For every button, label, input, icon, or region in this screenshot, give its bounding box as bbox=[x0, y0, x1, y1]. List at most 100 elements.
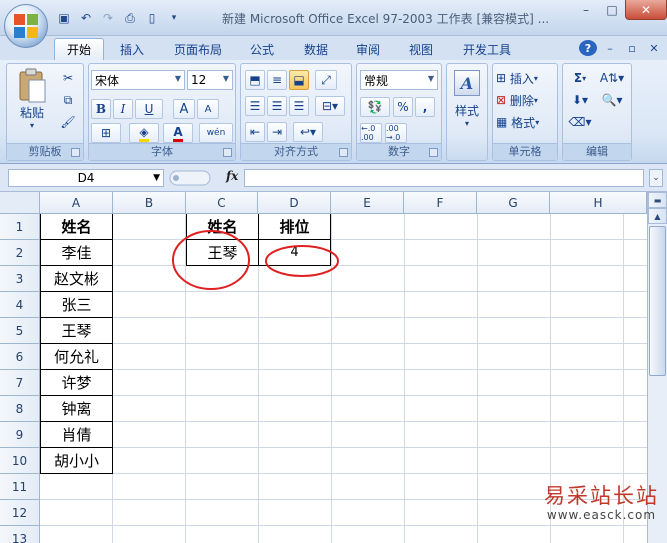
column-header-d[interactable]: D bbox=[258, 192, 331, 214]
office-button[interactable] bbox=[4, 4, 48, 48]
print-preview-icon[interactable]: ⎙ bbox=[120, 9, 140, 27]
font-launcher-icon[interactable] bbox=[223, 148, 232, 157]
italic-button[interactable]: I bbox=[113, 99, 133, 119]
row-header[interactable]: 12 bbox=[0, 500, 40, 526]
row-header[interactable]: 9 bbox=[0, 422, 40, 448]
grow-font-button[interactable]: A bbox=[173, 99, 195, 119]
align-center-icon[interactable]: ☰ bbox=[267, 96, 287, 116]
formula-input[interactable] bbox=[244, 169, 644, 187]
row-header[interactable]: 10 bbox=[0, 448, 40, 474]
number-format-select[interactable]: 常规 ▼ bbox=[360, 70, 438, 90]
minimize-button[interactable]: – bbox=[573, 0, 599, 20]
align-middle-icon[interactable]: ≡ bbox=[267, 70, 287, 90]
cell-a7[interactable]: 许梦 bbox=[40, 370, 113, 396]
border-button[interactable]: ⊞ bbox=[91, 123, 121, 143]
paste-button[interactable]: 粘贴 ▾ bbox=[13, 68, 51, 140]
cell-a3[interactable]: 赵文彬 bbox=[40, 266, 113, 292]
row-header[interactable]: 3 bbox=[0, 266, 40, 292]
alignment-launcher-icon[interactable] bbox=[339, 148, 348, 157]
wrap-text-icon[interactable]: ↩▾ bbox=[293, 122, 323, 142]
cell-a4[interactable]: 张三 bbox=[40, 292, 113, 318]
cell-a2[interactable]: 李佳 bbox=[40, 240, 113, 266]
row-header[interactable]: 5 bbox=[0, 318, 40, 344]
insert-function-icon[interactable]: fx bbox=[226, 169, 238, 183]
fill-color-button[interactable]: ◈ bbox=[129, 123, 159, 143]
currency-icon[interactable]: 💱 bbox=[360, 97, 390, 117]
phonetic-button[interactable]: wén bbox=[199, 123, 233, 143]
row-header[interactable]: 13 bbox=[0, 526, 40, 543]
align-left-icon[interactable]: ☰ bbox=[245, 96, 265, 116]
row-header[interactable]: 8 bbox=[0, 396, 40, 422]
underline-button[interactable]: U bbox=[135, 99, 163, 119]
tab-home[interactable]: 开始 bbox=[54, 38, 104, 60]
new-icon[interactable]: ▯ bbox=[142, 9, 162, 27]
tab-insert[interactable]: 插入 bbox=[112, 38, 152, 60]
tab-page-layout[interactable]: 页面布局 bbox=[166, 38, 230, 60]
align-right-icon[interactable]: ☰ bbox=[289, 96, 309, 116]
tab-data[interactable]: 数据 bbox=[296, 38, 336, 60]
undo-icon[interactable]: ↶ bbox=[76, 9, 96, 27]
align-bottom-icon[interactable]: ⬓ bbox=[289, 70, 309, 90]
tab-review[interactable]: 审阅 bbox=[348, 38, 388, 60]
column-header-c[interactable]: C bbox=[186, 192, 258, 214]
delete-cells-button[interactable]: ⊠ 删除 ▾ bbox=[495, 90, 555, 110]
column-header-a[interactable]: A bbox=[40, 192, 113, 214]
autosum-button[interactable]: Σ ▾ bbox=[567, 68, 593, 88]
insert-cells-button[interactable]: ⊞ 插入 ▾ bbox=[495, 68, 555, 88]
comma-button[interactable]: , bbox=[415, 97, 435, 117]
clipboard-launcher-icon[interactable] bbox=[71, 148, 80, 157]
tab-formulas[interactable]: 公式 bbox=[242, 38, 282, 60]
fill-icon[interactable]: ⬇▾ bbox=[567, 90, 593, 110]
column-header-e[interactable]: E bbox=[331, 192, 404, 214]
styles-button[interactable]: A 样式 ▾ bbox=[449, 70, 485, 140]
row-header[interactable]: 6 bbox=[0, 344, 40, 370]
column-header-b[interactable]: B bbox=[113, 192, 186, 214]
cut-icon[interactable]: ✂ bbox=[57, 68, 79, 88]
cell-a10[interactable]: 胡小小 bbox=[40, 448, 113, 474]
format-cells-button[interactable]: ▦ 格式 ▾ bbox=[495, 112, 555, 132]
scroll-up-icon[interactable]: ▲ bbox=[648, 208, 667, 224]
row-header[interactable]: 4 bbox=[0, 292, 40, 318]
cell-a1[interactable]: 姓名 bbox=[40, 214, 113, 240]
percent-button[interactable]: % bbox=[393, 97, 413, 117]
sort-filter-icon[interactable]: A⇅▾ bbox=[597, 68, 627, 88]
tab-developer[interactable]: 开发工具 bbox=[455, 38, 519, 60]
select-all-button[interactable] bbox=[0, 192, 40, 214]
align-top-icon[interactable]: ⬒ bbox=[245, 70, 265, 90]
row-header[interactable]: 7 bbox=[0, 370, 40, 396]
increase-decimal-button[interactable]: ←.0 .00 bbox=[360, 123, 382, 143]
scroll-split-icon[interactable]: ▬ bbox=[648, 192, 667, 208]
find-select-icon[interactable]: 🔍▾ bbox=[597, 90, 627, 110]
column-header-h[interactable]: H bbox=[550, 192, 647, 214]
cell-a8[interactable]: 钟离 bbox=[40, 396, 113, 422]
doc-restore-button[interactable]: ▫ bbox=[623, 40, 641, 56]
customize-icon[interactable]: ▾ bbox=[164, 9, 184, 27]
save-icon[interactable]: ▣ bbox=[54, 9, 74, 27]
row-header[interactable]: 1 bbox=[0, 214, 40, 240]
expand-formula-icon[interactable]: ⌄ bbox=[649, 169, 663, 187]
column-header-f[interactable]: F bbox=[404, 192, 477, 214]
bold-button[interactable]: B bbox=[91, 99, 111, 119]
decrease-indent-icon[interactable]: ⇤ bbox=[245, 122, 265, 142]
font-size-select[interactable]: 12 ▼ bbox=[187, 70, 233, 90]
close-button[interactable]: ✕ bbox=[625, 0, 667, 20]
merge-center-icon[interactable]: ⊟▾ bbox=[315, 96, 345, 116]
decrease-decimal-button[interactable]: .00 →.0 bbox=[385, 123, 407, 143]
copy-icon[interactable]: ⧉ bbox=[57, 90, 79, 110]
cell-a9[interactable]: 肖倩 bbox=[40, 422, 113, 448]
tab-view[interactable]: 视图 bbox=[401, 38, 441, 60]
increase-indent-icon[interactable]: ⇥ bbox=[267, 122, 287, 142]
cell-c2[interactable]: 王琴 bbox=[186, 240, 258, 266]
cell-d2[interactable]: 4 bbox=[258, 240, 331, 266]
column-header-g[interactable]: G bbox=[477, 192, 550, 214]
doc-minimize-button[interactable]: – bbox=[601, 40, 619, 56]
orientation-icon[interactable]: ⤢ bbox=[315, 70, 337, 90]
row-header[interactable]: 11 bbox=[0, 474, 40, 500]
help-icon[interactable]: ? bbox=[579, 40, 597, 56]
font-name-select[interactable]: 宋体 ▼ bbox=[91, 70, 185, 90]
cell-a5[interactable]: 王琴 bbox=[40, 318, 113, 344]
cell-c1[interactable]: 姓名 bbox=[186, 214, 258, 240]
format-painter-icon[interactable]: 🖌 bbox=[57, 112, 79, 132]
scroll-thumb[interactable] bbox=[649, 226, 666, 376]
number-launcher-icon[interactable] bbox=[429, 148, 438, 157]
